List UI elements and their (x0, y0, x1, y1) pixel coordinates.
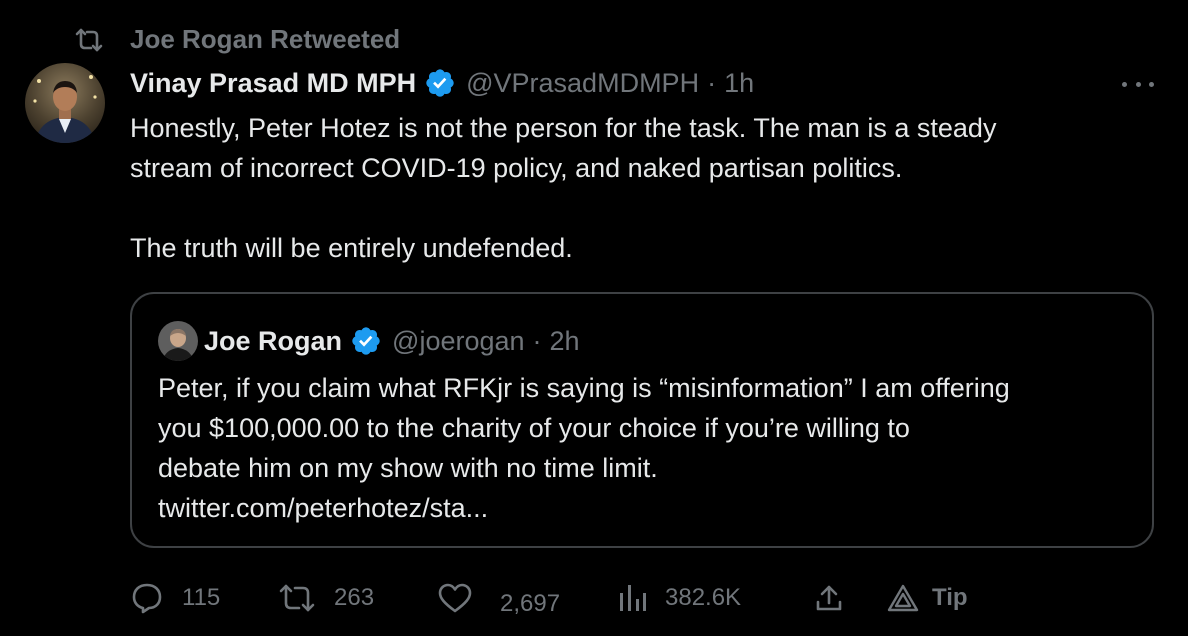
share-button[interactable] (814, 578, 844, 618)
retweet-count: 263 (334, 584, 375, 611)
view-count: 382.6K (665, 584, 742, 611)
quoted-author-handle[interactable]: @joerogan (392, 326, 525, 357)
retweeted-by-label[interactable]: Joe Rogan Retweeted (130, 24, 400, 55)
views-icon (620, 585, 646, 611)
like-count: 2,697 (500, 590, 561, 617)
author-avatar[interactable] (25, 63, 105, 143)
quoted-tweet-card[interactable]: Joe Rogan @joerogan · 2h Peter, if you c… (130, 292, 1154, 548)
share-icon (816, 585, 842, 611)
heart-icon (438, 583, 472, 613)
tweet-text-line: Honestly, Peter Hotez is not the person … (130, 113, 997, 143)
separator-dot: · (707, 67, 717, 98)
verified-badge-icon (426, 69, 454, 97)
tweet-author-line: Vinay Prasad MD MPH @VPrasadMDMPH · 1h (130, 64, 754, 102)
quoted-tweet-timestamp[interactable]: 2h (550, 326, 580, 357)
views-button[interactable]: 382.6K (617, 578, 741, 618)
quoted-text-line: debate him on my show with no time limit… (158, 453, 658, 483)
quoted-author-line: Joe Rogan @joerogan · 2h (204, 321, 580, 361)
retweet-button[interactable]: 263 (278, 578, 374, 618)
verified-badge-icon (352, 327, 380, 355)
retweet-icon (74, 27, 104, 53)
tip-icon (887, 584, 919, 612)
tip-button[interactable]: Tip (886, 578, 968, 618)
quoted-tweet-text: Peter, if you claim what RFKjr is saying… (158, 368, 1138, 528)
tweet-text: Honestly, Peter Hotez is not the person … (130, 108, 1150, 268)
quoted-text-line: you $100,000.00 to the charity of your c… (158, 413, 910, 443)
author-handle[interactable]: @VPrasadMDMPH (466, 68, 699, 99)
tweet-timestamp[interactable]: 1h (724, 68, 754, 99)
quoted-author-name[interactable]: Joe Rogan (204, 326, 342, 357)
quoted-text-line: Peter, if you claim what RFKjr is saying… (158, 373, 1010, 403)
retweet-icon (279, 584, 315, 612)
quoted-link[interactable]: twitter.com/peterhotez/sta... (158, 488, 1138, 528)
tweet-text-line: stream of incorrect COVID-19 policy, and… (130, 153, 903, 183)
like-button[interactable]: 2,697 (438, 578, 560, 618)
reply-button[interactable]: 115 (130, 578, 220, 618)
reply-icon (132, 583, 162, 614)
tweet-text-line: The truth will be entirely undefended. (130, 233, 573, 263)
reply-count: 115 (182, 584, 221, 611)
separator-dot: · (532, 325, 542, 356)
more-icon[interactable] (1122, 70, 1154, 98)
author-name[interactable]: Vinay Prasad MD MPH (130, 68, 416, 99)
tip-label: Tip (932, 584, 968, 611)
quoted-author-avatar (158, 321, 198, 361)
